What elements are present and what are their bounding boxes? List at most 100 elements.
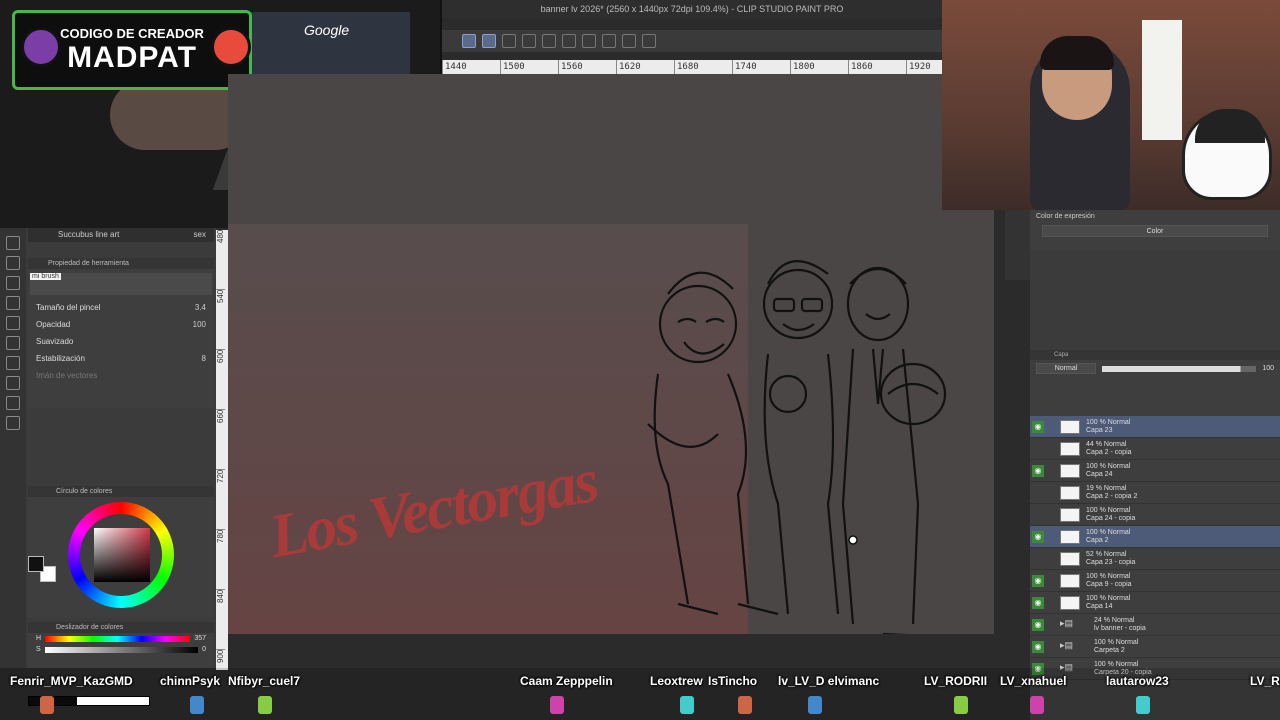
- text-tool-icon[interactable]: [6, 376, 20, 390]
- brush-size-value[interactable]: 3.4: [195, 303, 206, 312]
- badge-right-emblem-icon: [211, 27, 251, 67]
- layer-row[interactable]: ◉ 100 % Normal Capa 14: [1030, 592, 1280, 614]
- layer-row[interactable]: ◉ 100 % Normal Capa 2: [1030, 526, 1280, 548]
- saturation-slider-row[interactable]: S 0: [28, 644, 214, 655]
- layer-info: 44 % Normal Capa 2 - copia: [1086, 441, 1132, 457]
- layer-thumbnail: [1060, 573, 1080, 588]
- layer-thumbnail: [1060, 485, 1080, 500]
- brush-size-row[interactable]: Tamaño del pincel 3.4: [28, 299, 214, 316]
- vector-magnet-row[interactable]: Imán de vectores: [28, 367, 214, 384]
- flip-icon[interactable]: [582, 34, 596, 48]
- lasso-tool-icon[interactable]: [482, 34, 496, 48]
- visibility-eye-icon[interactable]: ◉: [1032, 640, 1044, 653]
- layer-opacity: 44 % Normal: [1086, 440, 1127, 448]
- cursor-icon: [848, 535, 858, 545]
- saturation-label: S: [36, 646, 41, 653]
- visibility-eye-icon[interactable]: [1032, 443, 1044, 455]
- tool-property-header: Propiedad de herramienta: [28, 258, 214, 269]
- blend-mode-select[interactable]: Normal: [1036, 363, 1096, 374]
- grid-icon[interactable]: [622, 34, 636, 48]
- subtool-extra[interactable]: sex: [194, 228, 214, 242]
- layer-thumbnail: [1060, 441, 1080, 456]
- opacity-row[interactable]: Opacidad 100: [28, 316, 214, 333]
- layer-name: Capa 2: [1086, 536, 1109, 544]
- hue-slider-row[interactable]: H 357: [28, 633, 214, 644]
- layer-info: 100 % Normal Capa 23: [1086, 419, 1130, 435]
- layer-folder[interactable]: ◉ ▸▤ 100 % Normal Carpeta 2: [1030, 636, 1280, 658]
- ruler-tick: 1920: [906, 60, 942, 74]
- color-expression-panel: Color de expresión Color: [1030, 210, 1280, 250]
- vruler-tick: 600: [216, 350, 225, 410]
- tool-strip: [0, 228, 26, 668]
- layer-row[interactable]: ◉ 100 % Normal Capa 23: [1030, 416, 1280, 438]
- vruler-tick: 780: [216, 530, 225, 590]
- transform-icon[interactable]: [542, 34, 556, 48]
- visibility-eye-icon[interactable]: [1032, 553, 1044, 565]
- pen-tool-icon[interactable]: [6, 236, 20, 250]
- color-sv-square[interactable]: [94, 528, 150, 582]
- layer-row[interactable]: ◉ 100 % Normal Capa 24: [1030, 460, 1280, 482]
- rotate-icon[interactable]: [602, 34, 616, 48]
- chat-avatar-sprite: [808, 696, 822, 714]
- color-expression-select[interactable]: Color: [1042, 225, 1268, 237]
- layer-row[interactable]: 52 % Normal Capa 23 - copia: [1030, 548, 1280, 570]
- hue-value[interactable]: 357: [194, 635, 206, 642]
- ruler-tool-icon[interactable]: [6, 356, 20, 370]
- shape-tool-icon[interactable]: [6, 336, 20, 350]
- balloon-tool-icon[interactable]: [6, 396, 20, 410]
- visibility-eye-icon[interactable]: ◉: [1032, 464, 1044, 477]
- tab-layer[interactable]: Capa: [1054, 352, 1068, 358]
- select-tool-icon[interactable]: [462, 34, 476, 48]
- layer-opacity: 100 % Normal: [1094, 638, 1139, 646]
- visibility-eye-icon[interactable]: [1032, 487, 1044, 499]
- visibility-eye-icon[interactable]: ◉: [1032, 530, 1044, 543]
- layer-folder[interactable]: ◉ ▸▤ 24 % Normal lv banner - copia: [1030, 614, 1280, 636]
- vruler-tick: 720: [216, 470, 225, 530]
- chat-username: Caam Zepppelin: [520, 674, 613, 688]
- folder-icon: ▸▤: [1060, 639, 1074, 650]
- brush-name: mi brush: [30, 273, 61, 280]
- stabilization-row[interactable]: Estabilización 8: [28, 350, 214, 367]
- crop-icon[interactable]: [562, 34, 576, 48]
- subtool-name[interactable]: Succubus line art: [58, 230, 119, 239]
- ruler-tick: 1620: [616, 60, 674, 74]
- hue-slider[interactable]: [45, 635, 191, 642]
- layer-row[interactable]: ◉ 100 % Normal Capa 9 - copia: [1030, 570, 1280, 592]
- pen-tool-icon[interactable]: [502, 34, 516, 48]
- layer-info: 100 % Normal Capa 14: [1086, 595, 1130, 611]
- opacity-value[interactable]: 100: [193, 320, 206, 329]
- gradient-tool-icon[interactable]: [6, 316, 20, 330]
- visibility-eye-icon[interactable]: ◉: [1032, 596, 1044, 609]
- layer-opacity-slider[interactable]: [1102, 365, 1257, 372]
- layer-opacity: 100 % Normal: [1086, 572, 1131, 580]
- layer-row[interactable]: 100 % Normal Capa 24 - copia: [1030, 504, 1280, 526]
- cat-mascot-icon: [1182, 109, 1272, 200]
- line-fix-tool-icon[interactable]: [6, 416, 20, 430]
- tool-property-panel: Propiedad de herramienta mi brush Tamaño…: [28, 258, 214, 408]
- chat-avatar-sprite: [258, 696, 272, 714]
- saturation-value[interactable]: 0: [202, 646, 206, 653]
- eraser-tool-icon[interactable]: [6, 256, 20, 270]
- zoom-icon[interactable]: [522, 34, 536, 48]
- stabilization-value[interactable]: 8: [202, 354, 206, 363]
- visibility-eye-icon[interactable]: ◉: [1032, 618, 1044, 631]
- layer-row[interactable]: 44 % Normal Capa 2 - copia: [1030, 438, 1280, 460]
- saturation-slider[interactable]: [44, 646, 199, 653]
- visibility-eye-icon[interactable]: ◉: [1032, 574, 1044, 587]
- smoothing-row[interactable]: Suavizado: [28, 333, 214, 350]
- layer-info: 100 % Normal Carpeta 2: [1094, 639, 1138, 655]
- main-color-swatch[interactable]: [28, 556, 44, 572]
- visibility-eye-icon[interactable]: [1032, 509, 1044, 521]
- color-expression-header: Color de expresión: [1036, 213, 1095, 220]
- layer-opacity-value[interactable]: 100: [1262, 365, 1274, 372]
- drawing-canvas[interactable]: Los Vectorgas: [228, 74, 994, 634]
- layer-name: Capa 23 - copia: [1086, 558, 1136, 566]
- ruler-icon[interactable]: [642, 34, 656, 48]
- brush-tool-icon[interactable]: [6, 276, 20, 290]
- fill-tool-icon[interactable]: [6, 296, 20, 310]
- vruler-tick: 840: [216, 590, 225, 650]
- brush-preview[interactable]: mi brush: [30, 273, 212, 295]
- layer-row[interactable]: 19 % Normal Capa 2 - copia 2: [1030, 482, 1280, 504]
- layer-opacity: 100 % Normal: [1086, 594, 1131, 602]
- visibility-eye-icon[interactable]: ◉: [1032, 420, 1044, 433]
